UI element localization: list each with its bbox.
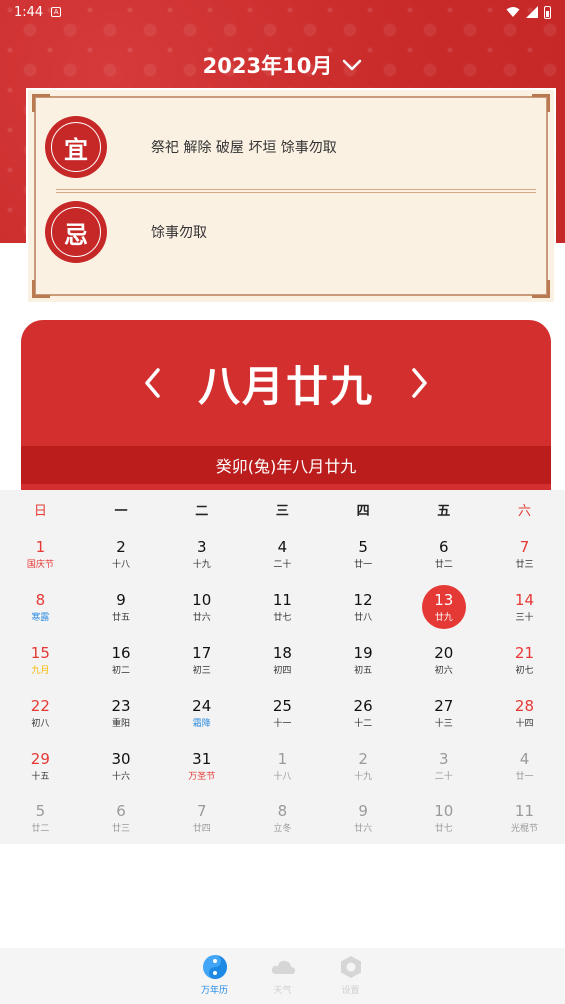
lunar-date-title: 八月廿九	[197, 361, 374, 411]
calendar-day[interactable]: 19 初五	[323, 634, 404, 687]
almanac-card: 宜 祭祀 解除 破屋 坏垣 馀事勿取 忌 馀事勿取	[26, 88, 556, 304]
calendar-day[interactable]: 7 廿三	[484, 528, 565, 581]
calendar-day[interactable]: 1 国庆节	[0, 528, 81, 581]
calendar-day[interactable]: 5 廿一	[323, 528, 404, 581]
calendar-day[interactable]: 28 十四	[484, 686, 565, 739]
calendar-day[interactable]: 5 廿二	[0, 792, 81, 845]
month-selector[interactable]: 2023年10月	[0, 50, 565, 80]
calendar-day[interactable]: 15 九月	[0, 634, 81, 687]
nav-label: 万年历	[200, 986, 228, 996]
hexagon-settings-icon	[340, 956, 361, 978]
calendar-day[interactable]: 6 廿二	[403, 528, 484, 581]
calendar-day[interactable]: 8 寒露	[0, 581, 81, 634]
calendar-day[interactable]: 10 廿七	[403, 792, 484, 845]
status-bar: 1:44 A	[0, 0, 565, 24]
corner-ornament	[32, 94, 50, 112]
yi-text: 祭祀 解除 破屋 坏垣 馀事勿取	[151, 140, 337, 156]
nav-weather[interactable]: 天气	[257, 954, 309, 1004]
ji-seal-char: 忌	[64, 219, 88, 249]
calendar-day[interactable]: 26 十二	[323, 686, 404, 739]
calendar-week: 29 十五 30 十六 31 万圣节 1 十八 2 十九 3 二十 4 廿一	[0, 739, 565, 792]
calendar-day[interactable]: 9 廿六	[323, 792, 404, 845]
calendar-day[interactable]: 8 立冬	[242, 792, 323, 845]
corner-ornament	[532, 280, 550, 298]
nav-settings[interactable]: 设置	[325, 954, 377, 1004]
calendar-day[interactable]: 23 重阳	[81, 686, 162, 739]
weekday-label: 四	[356, 503, 370, 519]
weekday-label: 二	[195, 503, 209, 519]
chevron-right-icon[interactable]	[408, 366, 430, 400]
calendar-day[interactable]: 14 三十	[484, 581, 565, 634]
chevron-down-icon	[343, 59, 362, 71]
calendar-day[interactable]: 2 十八	[81, 528, 162, 581]
wifi-icon	[506, 7, 520, 17]
calendar-week: 5 廿二 6 廿三 7 廿四 8 立冬 9 廿六 10 廿七 11 光棍节	[0, 792, 565, 845]
calendar-day[interactable]: 1 十八	[242, 739, 323, 792]
calendar-week: 1 国庆节 2 十八 3 十九 4 二十 5 廿一 6 廿二 7 廿三	[0, 528, 565, 581]
month-calendar: 日 一 二 三 四 五 六 1 国庆节 2 十八 3 十九 4 二十 5 廿一 6 廿二 7…	[0, 490, 565, 844]
chevron-left-icon[interactable]	[142, 366, 164, 400]
yi-seal-char: 宜	[64, 134, 88, 164]
bottom-navigation: 万年历 天气 设置	[0, 948, 565, 1004]
nav-calendar[interactable]: 万年历	[189, 954, 241, 1004]
month-label: 2023年10月	[202, 54, 333, 78]
calendar-day[interactable]: 25 十一	[242, 686, 323, 739]
calendar-day[interactable]: 7 廿四	[161, 792, 242, 845]
calendar-day[interactable]: 17 初三	[161, 634, 242, 687]
lunar-date-card: 八月廿九 癸卯(兔)年八月廿九	[21, 320, 551, 490]
calendar-day[interactable]: 21 初七	[484, 634, 565, 687]
calendar-day[interactable]: 3 二十	[403, 739, 484, 792]
calendar-day[interactable]: 2 十九	[323, 739, 404, 792]
weekday-label: 一	[114, 503, 128, 519]
calendar-day[interactable]: 27 十三	[403, 686, 484, 739]
calendar-day[interactable]: 11 廿七	[242, 581, 323, 634]
weekday-label: 三	[275, 503, 289, 519]
ji-text: 馀事勿取	[151, 225, 207, 241]
lunar-date-header: 八月廿九	[21, 320, 551, 446]
ji-seal-icon: 忌	[47, 203, 105, 261]
calendar-day[interactable]: 4 二十	[242, 528, 323, 581]
cloud-icon	[271, 960, 295, 974]
calendar-day[interactable]: 11 光棍节	[484, 792, 565, 845]
calendar-day[interactable]: 3 十九	[161, 528, 242, 581]
weekday-label: 日	[33, 503, 47, 519]
almanac-ji-row: 忌 馀事勿取	[28, 203, 554, 261]
calendar-day[interactable]: 18 初四	[242, 634, 323, 687]
yin-yang-icon	[202, 955, 227, 979]
calendar-week: 8 寒露 9 廿五 10 廿六 11 廿七 12 廿八 13 廿九 14 三十	[0, 581, 565, 634]
calendar-week: 15 九月 16 初二 17 初三 18 初四 19 初五 20 初六 21 初七	[0, 634, 565, 687]
nav-label: 设置	[341, 986, 360, 996]
almanac-yi-row: 宜 祭祀 解除 破屋 坏垣 馀事勿取	[28, 118, 554, 176]
calendar-day[interactable]: 30 十六	[81, 739, 162, 792]
lunar-year-subtitle: 癸卯(兔)年八月廿九	[21, 446, 551, 484]
signal-icon	[526, 6, 538, 18]
status-time: 1:44	[14, 4, 44, 20]
calendar-day[interactable]: 9 廿五	[81, 581, 162, 634]
battery-icon	[544, 5, 551, 19]
calendar-day[interactable]: 10 廿六	[161, 581, 242, 634]
calendar-day[interactable]: 29 十五	[0, 739, 81, 792]
calendar-day[interactable]: 16 初二	[81, 634, 162, 687]
calendar-week: 22 初八 23 重阳 24 霜降 25 十一 26 十二 27 十三 28 十四	[0, 686, 565, 739]
calendar-day-selected[interactable]: 13 廿九	[403, 581, 484, 634]
calendar-day[interactable]: 4 廿一	[484, 739, 565, 792]
corner-ornament	[32, 280, 50, 298]
notification-icon: A	[51, 7, 62, 17]
calendar-day[interactable]: 22 初八	[0, 686, 81, 739]
nav-label: 天气	[273, 986, 292, 996]
corner-ornament	[532, 94, 550, 112]
weekday-header: 日 一 二 三 四 五 六	[0, 490, 565, 528]
almanac-divider	[56, 189, 536, 193]
calendar-day[interactable]: 24 霜降	[161, 686, 242, 739]
weekday-label: 六	[517, 503, 531, 519]
calendar-day[interactable]: 31 万圣节	[161, 739, 242, 792]
yi-seal-icon: 宜	[47, 118, 105, 176]
calendar-day[interactable]: 12 廿八	[323, 581, 404, 634]
calendar-day[interactable]: 6 廿三	[81, 792, 162, 845]
weekday-label: 五	[437, 503, 451, 519]
status-icons	[506, 5, 551, 19]
calendar-day[interactable]: 20 初六	[403, 634, 484, 687]
